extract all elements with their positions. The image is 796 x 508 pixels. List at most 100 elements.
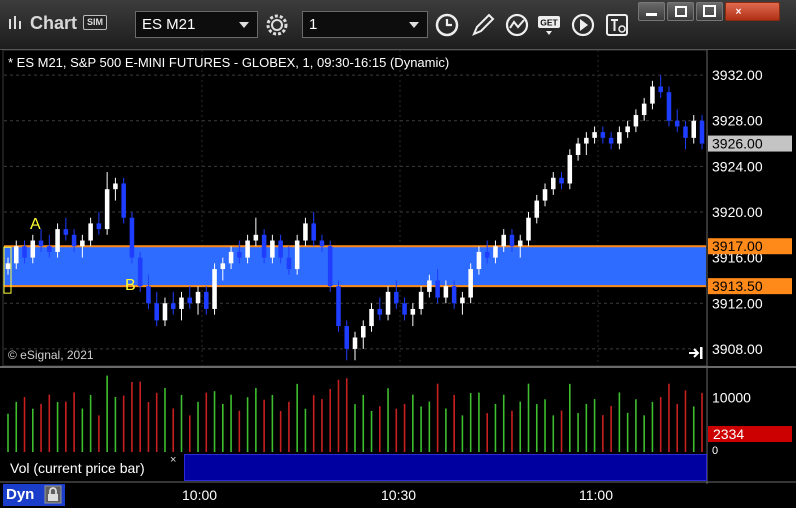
candle-body	[650, 86, 655, 104]
candle-body	[327, 246, 333, 287]
copyright-label: © eSignal, 2021	[8, 348, 94, 362]
price-axis-label: 3908.00	[712, 341, 763, 357]
candle-body	[385, 291, 391, 315]
candle-body	[121, 183, 126, 218]
candle-body	[369, 308, 374, 327]
volume-zero-label: 0	[712, 445, 718, 457]
candle-body	[542, 189, 548, 201]
candle-body	[600, 132, 606, 138]
candle-body	[567, 154, 573, 184]
candle-body	[286, 257, 292, 270]
interval-value: 1	[309, 16, 318, 33]
symbol-value: ES M21	[142, 16, 196, 33]
candle-body	[294, 240, 300, 270]
candle-body	[237, 251, 242, 258]
current-price-tag: 3926.00	[712, 136, 763, 152]
price-axis-label: 3912.00	[712, 295, 763, 311]
get-menu-icon[interactable]: GET	[537, 11, 565, 39]
pencil-draw-icon[interactable]	[469, 11, 497, 39]
window-titlebar: Chart SIM ES M21 1 GET	[0, 0, 796, 50]
close-button[interactable]	[725, 2, 780, 21]
time-label-1000: 10:00	[182, 487, 218, 503]
chevron-down-icon	[239, 22, 249, 28]
candle-body	[493, 246, 498, 258]
restore-button[interactable]	[667, 2, 694, 21]
candle-body	[113, 183, 118, 190]
candle-body	[418, 291, 424, 309]
candle-body	[170, 303, 176, 309]
candle-body	[443, 286, 449, 298]
scroll-to-latest-icon[interactable]	[688, 346, 704, 360]
candle-body	[212, 269, 217, 309]
candle-body	[319, 240, 325, 247]
candle-body	[154, 303, 159, 321]
candle-body	[484, 251, 490, 258]
candle-body	[617, 132, 622, 144]
candle-body	[204, 291, 209, 309]
volume-study-label[interactable]: Vol (current price bar)	[5, 455, 183, 481]
candle-body	[402, 303, 407, 315]
time-label-1030: 10:30	[381, 487, 417, 503]
candle-body	[220, 263, 226, 270]
candle-body	[427, 280, 432, 292]
volume-study-bar	[184, 454, 707, 481]
candle-body	[96, 223, 102, 230]
candle-body	[22, 246, 27, 258]
candle-body	[187, 297, 193, 304]
candle-body	[435, 280, 440, 298]
clock-icon[interactable]	[433, 11, 461, 39]
candle-body	[592, 132, 597, 138]
candle-body	[80, 240, 85, 247]
symbol-dropdown[interactable]: ES M21	[135, 11, 258, 38]
template-icon[interactable]	[603, 11, 631, 39]
candle-body	[658, 86, 663, 93]
candle-body	[559, 177, 564, 184]
candle-body	[146, 286, 151, 304]
candle-body	[344, 326, 350, 349]
candle-body	[691, 120, 697, 138]
chart-app-icon	[9, 16, 21, 29]
candle-body	[270, 240, 275, 258]
dyn-label: Dyn	[6, 486, 35, 503]
candle-body	[63, 229, 69, 235]
candle-body	[88, 223, 93, 241]
candle-body	[476, 251, 482, 270]
get-label: GET	[540, 18, 558, 28]
maximize-button[interactable]	[696, 2, 723, 21]
price-axis-label: 3928.00	[712, 113, 763, 129]
candle-body	[162, 303, 168, 321]
candle-body	[468, 269, 473, 298]
settings-gear-icon[interactable]	[263, 11, 291, 39]
current-volume-tag: 2334	[713, 426, 744, 442]
chevron-down-icon	[409, 22, 419, 28]
minimize-button[interactable]	[638, 2, 665, 21]
close-study-icon[interactable]: ×	[170, 454, 176, 466]
price-axis-label: 3924.00	[712, 158, 763, 174]
price-axis-label: 3920.00	[712, 204, 763, 220]
candle-body	[179, 297, 184, 309]
candle-body	[30, 240, 36, 258]
candle-body	[245, 240, 250, 258]
candle-body	[633, 115, 639, 127]
interval-dropdown[interactable]: 1	[302, 11, 428, 38]
window-title: Chart	[30, 13, 78, 33]
candle-body	[71, 234, 77, 247]
zone-upper-tag: 3917.00	[712, 238, 763, 254]
price-chart[interactable]: 3932.003928.003924.003920.003916.003912.…	[0, 50, 796, 508]
candle-body	[551, 177, 556, 190]
price-axis-label: 3932.00	[712, 67, 763, 83]
candle-body	[5, 263, 11, 270]
candle-body	[360, 326, 366, 338]
play-icon[interactable]	[569, 11, 597, 39]
candle-body	[394, 291, 399, 304]
zone-lower-tag: 3913.50	[712, 278, 763, 294]
support-zone	[4, 246, 706, 287]
study-wave-icon[interactable]	[503, 11, 531, 39]
sim-mode-badge: SIM	[83, 15, 107, 30]
volume-axis-label: 10000	[712, 389, 751, 405]
candle-body	[278, 240, 283, 258]
lock-icon[interactable]	[44, 485, 62, 504]
candle-body	[451, 286, 457, 304]
candle-body	[625, 126, 630, 133]
candle-body	[509, 234, 515, 247]
